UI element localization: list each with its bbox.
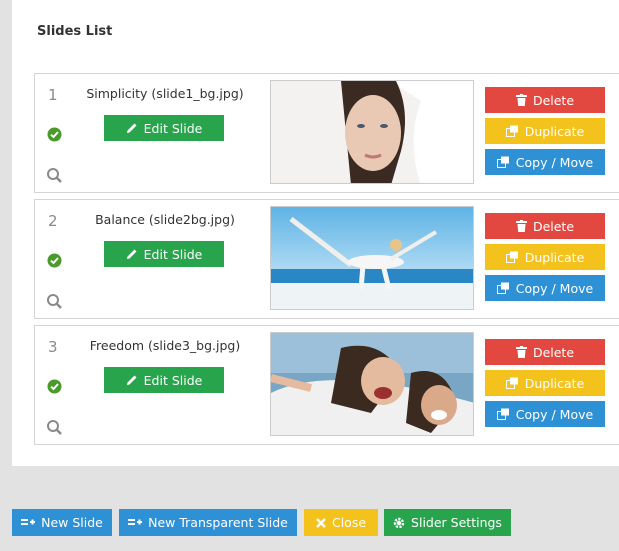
pencil-icon [126, 249, 137, 259]
list-plus-icon [128, 518, 143, 525]
duplicate-label: Duplicate [524, 123, 585, 139]
check-circle-icon [47, 127, 62, 142]
check-circle-icon [47, 253, 62, 268]
delete-label: Delete [532, 92, 575, 108]
slides-list-panel: Slides List 1 Simplicity (slide1_bg.jpg)… [12, 0, 619, 466]
delete-button[interactable]: Delete [485, 87, 605, 113]
duplicate-button[interactable]: Duplicate [485, 244, 605, 270]
slide-row: 2 Balance (slide2bg.jpg) Edit Slide Dele [34, 199, 619, 319]
close-button[interactable]: Close [304, 509, 378, 536]
close-x-icon [316, 517, 326, 528]
slide-thumbnail[interactable] [270, 206, 474, 310]
edit-slide-label: Edit Slide [143, 120, 203, 136]
duplicate-icon [505, 251, 518, 263]
slide-row: 1 Simplicity (slide1_bg.jpg) Edit Slide … [34, 73, 619, 193]
copy-move-button[interactable]: Copy / Move [485, 149, 605, 175]
slide-thumbnail[interactable] [270, 332, 474, 436]
trash-icon [515, 220, 527, 232]
copy-move-label: Copy / Move [515, 154, 594, 170]
duplicate-button[interactable]: Duplicate [485, 370, 605, 396]
edit-slide-button[interactable]: Edit Slide [104, 367, 224, 393]
trash-icon [515, 94, 527, 106]
slide-name: Freedom (slide3_bg.jpg) [89, 338, 241, 353]
copy-move-label: Copy / Move [515, 280, 594, 296]
slide-number: 2 [48, 212, 58, 230]
slide-number: 1 [48, 86, 58, 104]
duplicate-label: Duplicate [524, 375, 585, 391]
slide-thumbnail[interactable] [270, 80, 474, 184]
slider-settings-label: Slider Settings [411, 515, 502, 530]
copy-move-button[interactable]: Copy / Move [485, 401, 605, 427]
pencil-icon [126, 375, 137, 385]
delete-button[interactable]: Delete [485, 213, 605, 239]
trash-icon [515, 346, 527, 358]
copy-move-icon [496, 408, 509, 420]
slider-settings-button[interactable]: Slider Settings [384, 509, 511, 536]
edit-slide-label: Edit Slide [143, 246, 203, 262]
check-circle-icon [47, 379, 62, 394]
magnifier-icon[interactable] [46, 419, 63, 436]
magnifier-icon[interactable] [46, 167, 63, 184]
delete-label: Delete [532, 218, 575, 234]
slide-name: Balance (slide2bg.jpg) [95, 212, 235, 227]
edit-slide-button[interactable]: Edit Slide [104, 241, 224, 267]
new-slide-label: New Slide [41, 515, 103, 530]
copy-move-icon [496, 156, 509, 168]
gear-icon [393, 517, 405, 528]
copy-move-icon [496, 282, 509, 294]
copy-move-button[interactable]: Copy / Move [485, 275, 605, 301]
edit-slide-label: Edit Slide [143, 372, 203, 388]
new-slide-button[interactable]: New Slide [12, 509, 112, 536]
panel-title: Slides List [37, 24, 113, 39]
list-plus-icon [21, 518, 36, 525]
duplicate-label: Duplicate [524, 249, 585, 265]
new-transparent-slide-label: New Transparent Slide [148, 515, 288, 530]
magnifier-icon[interactable] [46, 293, 63, 310]
delete-button[interactable]: Delete [485, 339, 605, 365]
close-label: Close [331, 515, 367, 530]
copy-move-label: Copy / Move [515, 406, 594, 422]
slide-row: 3 Freedom (slide3_bg.jpg) Edit Slide Del… [34, 325, 619, 445]
duplicate-icon [505, 377, 518, 389]
duplicate-icon [505, 125, 518, 137]
delete-label: Delete [532, 344, 575, 360]
slide-number: 3 [48, 338, 58, 356]
slide-name: Simplicity (slide1_bg.jpg) [86, 86, 244, 101]
duplicate-button[interactable]: Duplicate [485, 118, 605, 144]
pencil-icon [126, 123, 137, 133]
new-transparent-slide-button[interactable]: New Transparent Slide [119, 509, 297, 536]
edit-slide-button[interactable]: Edit Slide [104, 115, 224, 141]
